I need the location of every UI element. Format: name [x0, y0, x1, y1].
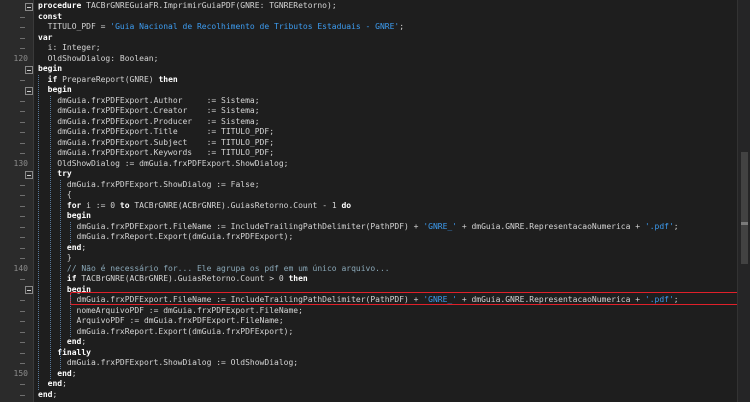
gutter-tick	[20, 48, 25, 49]
line-number: 150	[13, 368, 28, 378]
code-line[interactable]: {	[38, 190, 72, 201]
fold-toggle-icon[interactable]	[25, 86, 33, 95]
gutter-tick	[20, 247, 25, 249]
highlighted-line-box	[70, 292, 742, 305]
code-line[interactable]: dmGuia.frxPDFExport.Creator := Sistema;	[38, 106, 259, 117]
code-line[interactable]: dmGuia.frxReport.Export(dmGuia.frxPDFExp…	[38, 327, 294, 338]
code-line[interactable]: finally	[38, 348, 91, 359]
line-number: 140	[13, 263, 28, 273]
code-line[interactable]: dmGuia.frxPDFExport.ShowDialog := False;	[38, 180, 260, 191]
gutter-tick	[20, 226, 25, 228]
gutter-tick	[20, 111, 25, 112]
scrollbar-thumb[interactable]	[741, 152, 748, 264]
indent-guide	[60, 179, 62, 369]
code-line[interactable]: begin	[38, 85, 72, 96]
code-line[interactable]: dmGuia.frxPDFExport.FileName := IncludeT…	[38, 222, 679, 233]
code-line[interactable]: TITULO_PDF = 'Guia Nacional de Recolhime…	[38, 22, 404, 33]
gutter-tick	[20, 394, 25, 396]
gutter-tick	[20, 195, 25, 196]
line-number-gutter: 120 130 140 150	[0, 0, 34, 402]
indent-guide	[38, 74, 40, 390]
line-number: 130	[13, 158, 28, 168]
code-line[interactable]: try	[38, 169, 71, 180]
code-line[interactable]: dmGuia.frxReport.Export(dmGuia.frxPDFExp…	[38, 232, 294, 243]
code-line[interactable]: i: Integer;	[38, 43, 101, 54]
gutter-tick	[20, 321, 25, 322]
gutter-tick	[20, 16, 25, 18]
code-line[interactable]: if PrepareReport(GNRE) then	[38, 75, 178, 86]
gutter-tick	[20, 153, 25, 154]
code-line[interactable]: const	[38, 12, 62, 23]
fold-toggle-icon[interactable]	[25, 2, 33, 11]
code-line[interactable]: OldShowDialog := dmGuia.frxPDFExport.Sho…	[38, 159, 288, 170]
code-line[interactable]: end;	[38, 369, 76, 380]
gutter-tick	[20, 279, 25, 280]
code-line[interactable]: dmGuia.frxPDFExport.Keywords := TITULO_P…	[38, 148, 274, 159]
scrollbar-position-marker	[741, 222, 748, 225]
indent-guide	[70, 295, 72, 337]
code-line[interactable]: end;	[38, 243, 86, 254]
gutter-tick	[20, 100, 25, 102]
gutter-tick	[20, 258, 25, 259]
code-line[interactable]: end;	[38, 390, 57, 401]
gutter-tick	[20, 237, 25, 238]
gutter-tick	[20, 352, 25, 354]
code-line[interactable]: procedure TACBrGNREGuiaFR.ImprimirGuiaPD…	[38, 1, 337, 12]
gutter-tick	[20, 27, 25, 28]
gutter-tick	[20, 132, 25, 133]
gutter-tick	[20, 363, 25, 364]
code-line[interactable]: // Não é necessário for... Ele agrupa os…	[38, 264, 390, 275]
code-line[interactable]: nomeArquivoPDF := dmGuia.frxPDFExport.Fi…	[38, 306, 303, 317]
code-line[interactable]: if TACBrGNRE(ACBrGNRE).GuiasRetorno.Coun…	[38, 274, 308, 285]
indent-guide	[70, 221, 72, 243]
code-line[interactable]: end;	[38, 379, 67, 390]
code-line[interactable]: dmGuia.frxPDFExport.ShowDialog := OldSho…	[38, 358, 298, 369]
code-line[interactable]: dmGuia.frxPDFExport.Subject := TITULO_PD…	[38, 138, 274, 149]
gutter-tick	[20, 342, 25, 343]
gutter-tick	[20, 121, 25, 123]
gutter-tick	[20, 310, 25, 312]
fold-toggle-icon[interactable]	[25, 65, 33, 74]
gutter-tick	[20, 205, 25, 207]
code-line[interactable]: }	[38, 253, 72, 264]
code-line[interactable]: var	[38, 33, 52, 44]
code-line[interactable]: OldShowDialog: Boolean;	[38, 54, 159, 65]
code-line[interactable]: ArquivoPDF := dmGuia.frxPDFExport.FileNa…	[38, 316, 284, 327]
line-number: 120	[13, 53, 28, 63]
indent-guide	[50, 95, 52, 379]
code-line[interactable]: end;	[38, 337, 86, 348]
gutter-tick	[20, 142, 25, 144]
code-line[interactable]: dmGuia.frxPDFExport.Author := Sistema;	[38, 96, 259, 107]
gutter-tick	[20, 384, 25, 385]
gutter-tick	[20, 184, 25, 186]
code-editor[interactable]: 120 130 140 150 procedure TACBrGNREGuiaFR.I…	[0, 0, 750, 402]
fold-toggle-icon[interactable]	[25, 170, 33, 179]
gutter-tick	[20, 216, 25, 217]
code-line[interactable]: for i := 0 to TACBrGNRE(ACBrGNRE).GuiasR…	[38, 201, 351, 212]
code-line[interactable]: begin	[38, 211, 91, 222]
code-line[interactable]: dmGuia.frxPDFExport.Title := TITULO_PDF;	[38, 127, 274, 138]
code-line[interactable]: dmGuia.frxPDFExport.Producer := Sistema;	[38, 117, 259, 128]
gutter-tick	[20, 331, 25, 333]
code-line[interactable]: begin	[38, 64, 62, 75]
gutter-tick	[20, 79, 25, 81]
gutter-tick	[20, 300, 25, 301]
vertical-scrollbar[interactable]	[737, 0, 750, 402]
gutter-tick	[20, 37, 25, 39]
fold-toggle-icon[interactable]	[25, 286, 33, 294]
